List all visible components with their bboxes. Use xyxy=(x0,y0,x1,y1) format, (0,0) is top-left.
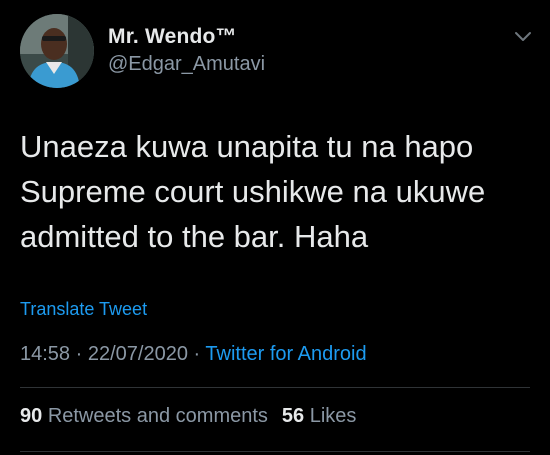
tweet-metadata: 14:58 · 22/07/2020 · Twitter for Android xyxy=(20,343,367,366)
meta-separator: · xyxy=(193,343,201,365)
tweet-text-line: Unaeza kuwa unapita tu na hapo xyxy=(20,129,474,164)
tweet-date[interactable]: 22/07/2020 xyxy=(88,343,188,365)
retweets-label: Retweets and comments xyxy=(47,405,268,427)
meta-separator: · xyxy=(75,343,83,365)
tweet-source-link[interactable]: Twitter for Android xyxy=(205,343,366,365)
tweet-text: Unaeza kuwa unapita tu na hapo Supreme c… xyxy=(20,124,530,259)
likes-count: 56 xyxy=(281,405,305,427)
tweet-text-line: Supreme court ushikwe na ukuwe xyxy=(20,174,486,209)
retweets-count: 90 xyxy=(20,405,43,427)
likes-stat[interactable]: 56 Likes xyxy=(282,405,357,427)
chevron-down-icon[interactable] xyxy=(512,28,534,46)
display-name-row[interactable]: Mr. Wendo™ xyxy=(108,25,237,49)
tweet-text-line: admitted to the bar. Haha xyxy=(20,219,369,254)
avatar[interactable] xyxy=(20,14,94,88)
avatar-photo xyxy=(20,14,94,88)
display-name[interactable]: Mr. Wendo™ xyxy=(108,25,237,49)
tweet-card: Mr. Wendo™ @Edgar_Amutavi Unaeza kuwa un… xyxy=(0,0,550,455)
tweet-time[interactable]: 14:58 xyxy=(20,343,70,365)
tweet-stats: 90 Retweets and comments 56 Likes xyxy=(20,405,356,428)
retweets-stat[interactable]: 90 Retweets and comments xyxy=(20,405,268,427)
likes-label: Likes xyxy=(309,405,357,427)
translate-tweet-link[interactable]: Translate Tweet xyxy=(20,299,147,320)
divider xyxy=(20,451,530,452)
divider xyxy=(20,387,530,388)
user-handle[interactable]: @Edgar_Amutavi xyxy=(108,53,265,76)
